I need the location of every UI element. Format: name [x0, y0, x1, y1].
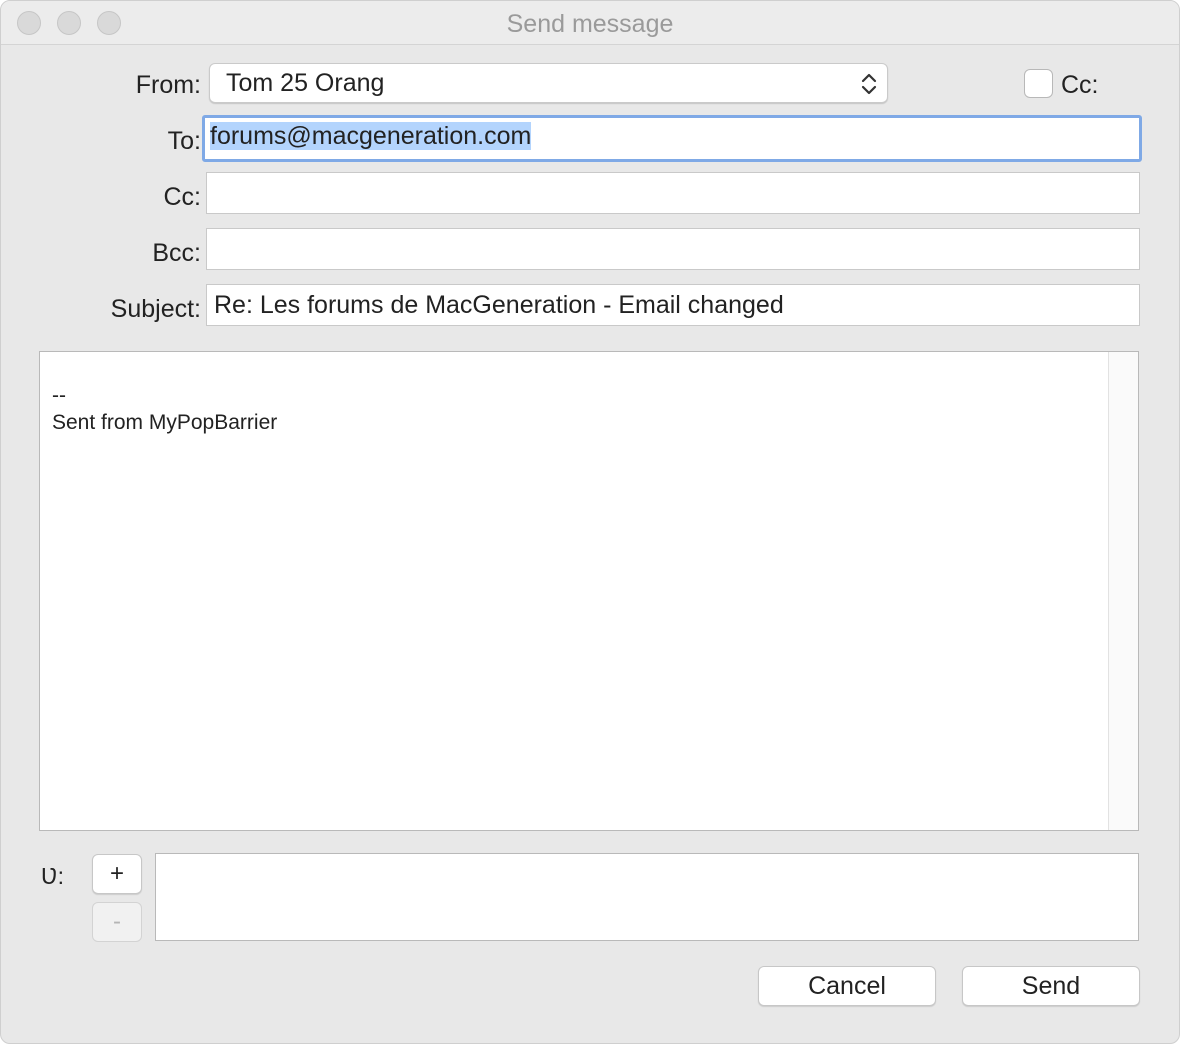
from-label: From: — [135, 71, 201, 99]
to-value: forums@macgeneration.com — [210, 122, 532, 150]
bcc-field[interactable] — [206, 228, 1140, 270]
remove-attachment-button[interactable]: - — [92, 902, 142, 942]
cancel-button[interactable]: Cancel — [758, 966, 936, 1006]
to-label: To: — [167, 127, 201, 155]
from-popup[interactable]: Tom 25 Orang — [209, 63, 888, 103]
message-body-text: -- Sent from MyPopBarrier — [52, 384, 278, 434]
send-message-window: Send message From: Tom 25 Orang Cc: To: … — [0, 0, 1180, 1044]
cc-label: Cc: — [163, 183, 202, 211]
body-scrollbar[interactable] — [1108, 352, 1138, 830]
title-bar: Send message — [1, 1, 1179, 45]
subject-value: Re: Les forums de MacGeneration - Email … — [214, 291, 784, 319]
add-attachment-button[interactable]: + — [92, 854, 142, 894]
window-title: Send message — [506, 10, 674, 38]
to-field[interactable]: forums@macgeneration.com — [202, 115, 1142, 162]
subject-field[interactable]: Re: Les forums de MacGeneration - Email … — [206, 284, 1140, 326]
message-body-textarea[interactable]: -- Sent from MyPopBarrier — [39, 351, 1139, 831]
subject-label: Subject: — [110, 295, 201, 323]
attachments-list[interactable] — [155, 853, 1139, 941]
chevron-updown-icon — [861, 73, 877, 95]
bcc-label: Bcc: — [152, 239, 201, 267]
from-value: Tom 25 Orang — [226, 69, 385, 97]
cc-checkbox-label: Cc: — [1061, 71, 1099, 99]
cc-checkbox[interactable] — [1024, 69, 1053, 98]
cc-field[interactable] — [206, 172, 1140, 214]
attachments-label: Ʋ: — [41, 863, 64, 889]
send-button[interactable]: Send — [962, 966, 1140, 1006]
